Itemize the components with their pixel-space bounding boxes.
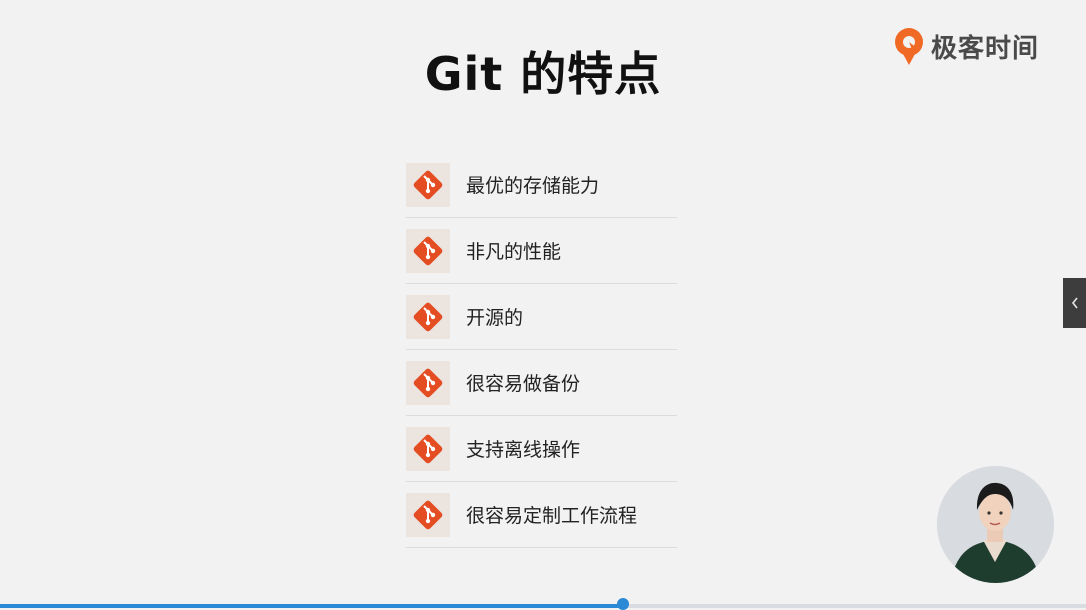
list-item: 开源的 — [406, 284, 677, 350]
feature-label: 很容易做备份 — [466, 373, 581, 395]
git-icon — [406, 426, 450, 471]
side-panel-toggle[interactable] — [1063, 278, 1086, 328]
feature-label: 很容易定制工作流程 — [466, 505, 638, 527]
list-item: 最优的存储能力 — [406, 152, 677, 218]
list-item: 很容易定制工作流程 — [406, 482, 677, 548]
progress-fill — [0, 604, 624, 608]
feature-label: 支持离线操作 — [466, 439, 581, 461]
feature-list: 最优的存储能力 非凡的性能 开源的 很容易做备份 支持离线操作 很容易定制工作流… — [406, 152, 677, 548]
video-progress-bar[interactable] — [0, 604, 1086, 608]
brand-name: 极客时间 — [931, 33, 1040, 64]
git-icon — [406, 294, 450, 339]
progress-handle[interactable] — [617, 598, 630, 610]
git-icon — [406, 360, 450, 405]
chevron-left-icon — [1071, 297, 1078, 309]
git-icon — [406, 492, 450, 537]
presenter-avatar — [937, 466, 1054, 583]
brand-logo: 极客时间 — [891, 26, 1039, 66]
git-icon — [406, 228, 450, 273]
feature-label: 开源的 — [466, 307, 524, 329]
list-item: 很容易做备份 — [406, 350, 677, 416]
git-icon — [406, 162, 450, 207]
list-item: 非凡的性能 — [406, 218, 677, 284]
list-item: 支持离线操作 — [406, 416, 677, 482]
feature-label: 最优的存储能力 — [466, 175, 600, 197]
presenter-video — [937, 466, 1054, 583]
feature-label: 非凡的性能 — [466, 241, 562, 263]
geektime-logo-icon — [895, 28, 923, 65]
